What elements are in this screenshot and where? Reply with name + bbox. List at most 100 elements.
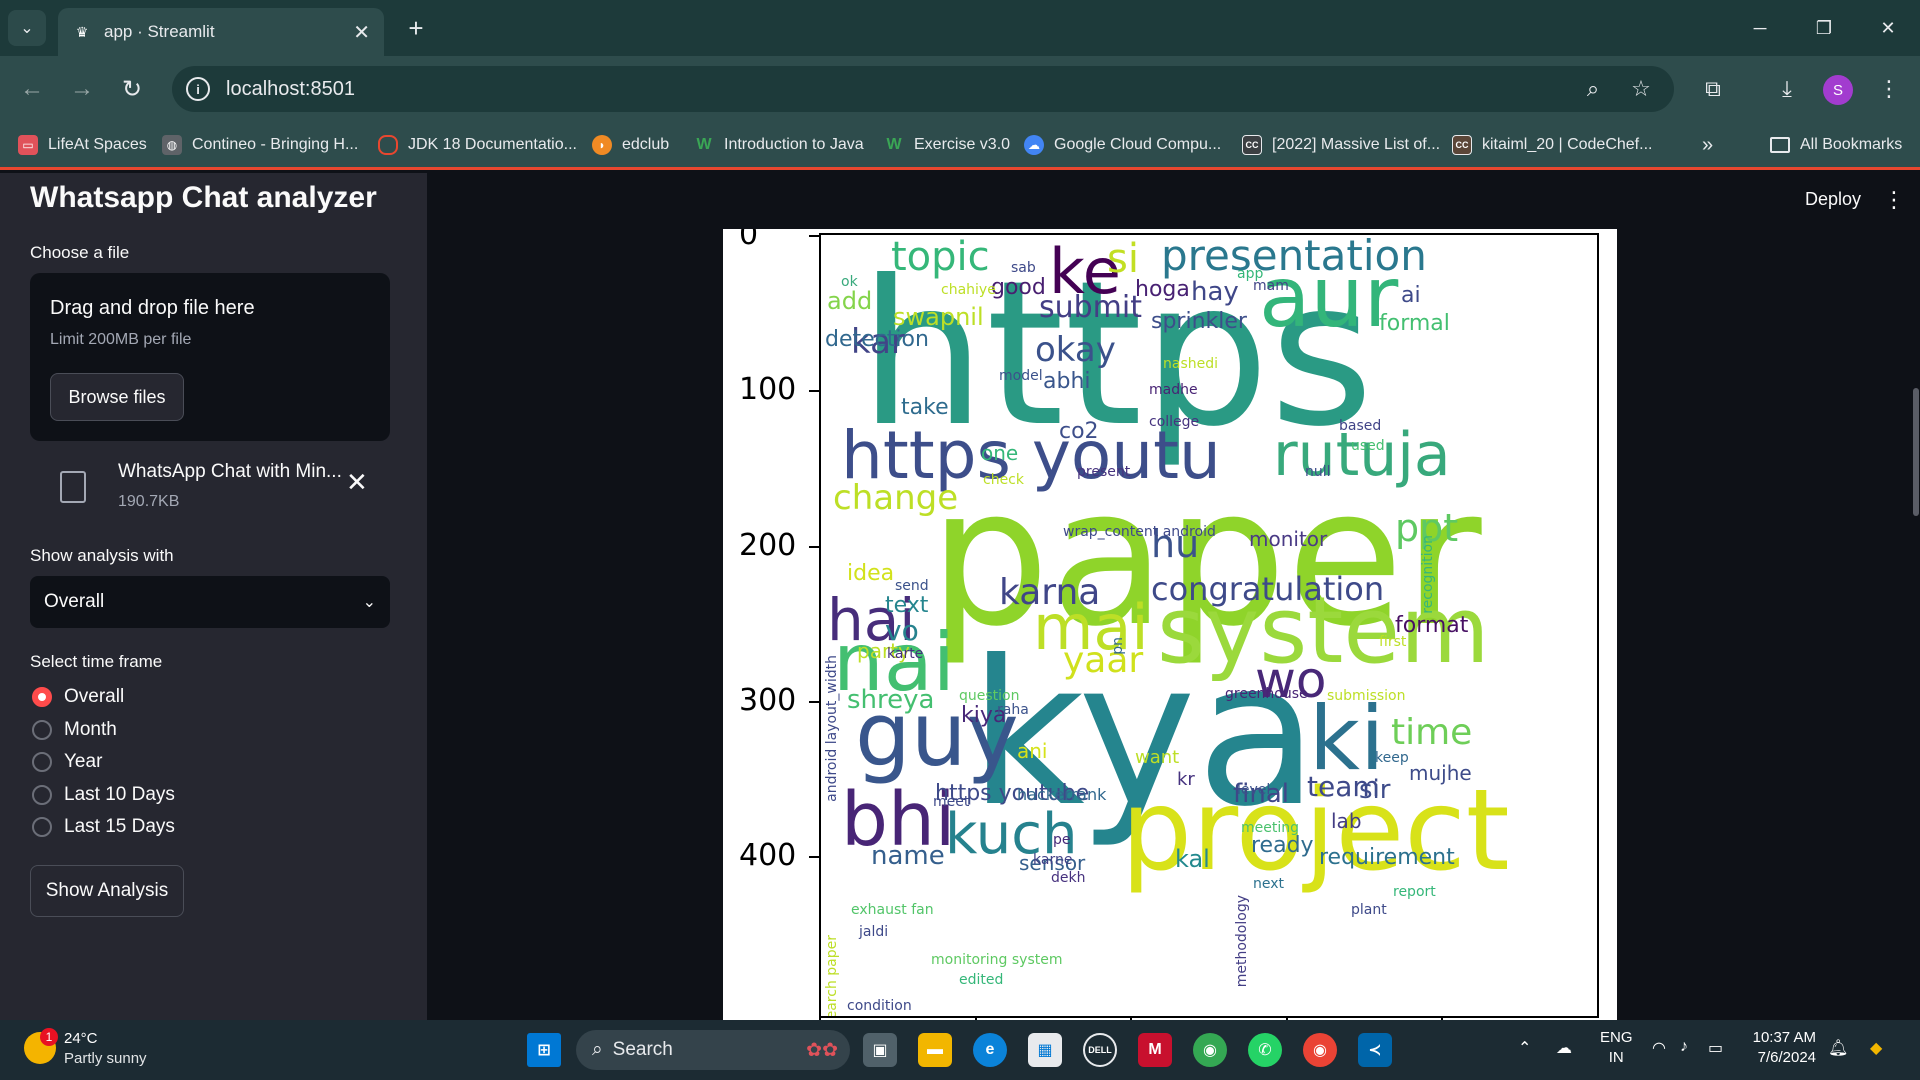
- search-icon: ⌕: [592, 1039, 603, 1060]
- radio-last-15-days[interactable]: Last 15 Days: [32, 815, 175, 839]
- main-content: Deploy ⋮ 0 100 200 300 400 https paper kya…: [427, 173, 1920, 1020]
- vscode-icon[interactable]: ≺: [1358, 1033, 1392, 1067]
- bookmark-item[interactable]: ◗ edclub: [592, 132, 669, 158]
- bookmark-item[interactable]: W Introduction to Java: [694, 132, 863, 158]
- whatsapp-icon[interactable]: ✆: [1248, 1033, 1282, 1067]
- cloud-word: submission: [1327, 688, 1406, 704]
- chrome-icon[interactable]: ◉: [1193, 1033, 1227, 1067]
- windows-start-icon[interactable]: ⊞: [527, 1033, 561, 1067]
- address-bar[interactable]: i localhost:8501 ⌕ ☆: [172, 66, 1674, 112]
- mcafee-icon[interactable]: M: [1138, 1033, 1172, 1067]
- cloud-word: wrap_content android: [1063, 524, 1216, 540]
- cloud-word: si: [1107, 236, 1139, 282]
- copilot-icon[interactable]: ◆: [1870, 1038, 1882, 1058]
- bookmark-item[interactable]: CC [2022] Massive List of...: [1242, 132, 1440, 158]
- analysis-select[interactable]: Overall ⌄: [30, 576, 390, 628]
- browser-tab[interactable]: ♛ app · Streamlit ✕: [58, 8, 384, 56]
- cloud-word: hoga: [1135, 277, 1190, 302]
- all-bookmarks-button[interactable]: All Bookmarks: [1770, 132, 1902, 158]
- onedrive-icon[interactable]: ☁: [1556, 1038, 1572, 1058]
- y-tick-mark: [809, 856, 819, 858]
- file-name: WhatsApp Chat with Min...: [118, 461, 342, 482]
- cloud-word: yaar: [1063, 640, 1144, 681]
- cloud-word: level: [1237, 782, 1271, 798]
- language-indicator[interactable]: ENG IN: [1600, 1028, 1633, 1069]
- file-explorer-icon[interactable]: ▬: [918, 1033, 952, 1067]
- cloud-word: hay: [1191, 277, 1239, 307]
- bookmark-star-icon[interactable]: ☆: [1624, 72, 1658, 106]
- cloud-word: rutuja: [1273, 420, 1451, 490]
- restore-icon[interactable]: ❐: [1800, 10, 1848, 46]
- cloud-word: format: [1395, 613, 1469, 638]
- chrome-profile-icon[interactable]: ◉: [1303, 1033, 1337, 1067]
- cloud-word: ready: [1251, 833, 1314, 858]
- extensions-icon[interactable]: ⧉: [1696, 72, 1730, 106]
- tab-list-button[interactable]: ⌄: [8, 10, 46, 46]
- file-dropzone[interactable]: Drag and drop file here Limit 200MB per …: [30, 273, 390, 441]
- w-icon: W: [886, 136, 902, 153]
- cloud-word: requirement: [1319, 845, 1455, 870]
- taskbar-search[interactable]: ⌕ Search ✿✿: [576, 1030, 850, 1070]
- browser-menu-icon[interactable]: ⋮: [1872, 72, 1906, 106]
- battery-icon[interactable]: ▭: [1708, 1038, 1723, 1058]
- bookmark-item[interactable]: JDK 18 Documentatio...: [378, 132, 577, 158]
- more-bookmarks-icon[interactable]: »: [1702, 132, 1713, 158]
- cloud-word: plant: [1351, 902, 1387, 918]
- download-icon[interactable]: ⤓: [1770, 72, 1804, 106]
- notification-bell-icon[interactable]: 🔔︎: [1828, 1038, 1848, 1058]
- window-close-icon[interactable]: ✕: [1864, 10, 1912, 46]
- radio-last-10-days[interactable]: Last 10 Days: [32, 783, 175, 807]
- cloud-word: congratulation: [1151, 570, 1385, 608]
- weather-badge: 1: [40, 1028, 58, 1046]
- remove-file-icon[interactable]: ✕: [346, 467, 368, 498]
- cloud-word: karna: [999, 572, 1101, 613]
- clock[interactable]: 10:37 AM 7/6/2024: [1750, 1028, 1816, 1069]
- app-menu-icon[interactable]: ⋮: [1883, 187, 1905, 213]
- tab-close-icon[interactable]: ✕: [353, 20, 370, 45]
- deploy-button[interactable]: Deploy: [1805, 189, 1861, 210]
- app-title: Whatsapp Chat analyzer: [30, 181, 377, 214]
- bookmark-item[interactable]: ▭ LifeAt Spaces: [18, 132, 147, 158]
- browse-files-button[interactable]: Browse files: [50, 373, 184, 421]
- cloud-word: greenhouse: [1225, 686, 1308, 702]
- task-view-icon[interactable]: ▣: [863, 1033, 897, 1067]
- cloud-word: model: [999, 368, 1043, 384]
- cloud-word: based: [1339, 418, 1382, 434]
- show-hidden-icons[interactable]: ⌃: [1518, 1038, 1531, 1058]
- back-icon[interactable]: ←: [16, 73, 48, 105]
- radio-year[interactable]: Year: [32, 750, 102, 774]
- cloud-word: one: [981, 441, 1019, 465]
- profile-avatar[interactable]: S: [1823, 75, 1853, 105]
- radio-overall[interactable]: Overall: [32, 685, 124, 709]
- wifi-icon[interactable]: ◠: [1652, 1038, 1666, 1058]
- reload-icon[interactable]: ↻: [116, 73, 148, 105]
- weather-description[interactable]: Partly sunny: [64, 1050, 147, 1067]
- file-icon: [60, 471, 86, 503]
- zoom-icon[interactable]: ⌕: [1576, 72, 1610, 106]
- cloud-word: dekh: [1051, 870, 1086, 886]
- bookmark-item[interactable]: W Exercise v3.0: [884, 132, 1010, 158]
- new-tab-button[interactable]: +: [400, 12, 432, 44]
- minimize-icon[interactable]: ─: [1736, 10, 1784, 46]
- bookmark-item[interactable]: ◍ Contineo - Bringing H...: [162, 132, 358, 158]
- bookmark-item[interactable]: CC kitaiml_20 | CodeChef...: [1452, 132, 1652, 158]
- weather-temperature[interactable]: 24°C: [64, 1030, 98, 1047]
- forward-icon[interactable]: →: [66, 73, 98, 105]
- cloud-word: pn: [1110, 637, 1126, 655]
- cloud-word: pe: [1053, 832, 1071, 848]
- cloud-word: jaldi: [859, 924, 889, 940]
- scrollbar[interactable]: [1913, 388, 1919, 516]
- dell-icon[interactable]: DELL: [1083, 1033, 1117, 1067]
- cloud-word: co2: [1059, 419, 1099, 444]
- volume-icon[interactable]: ♪: [1680, 1038, 1688, 1056]
- show-analysis-button[interactable]: Show Analysis: [30, 865, 184, 917]
- cloud-word: karte: [887, 646, 924, 662]
- site-info-icon[interactable]: i: [186, 77, 210, 101]
- store-icon[interactable]: ▦: [1028, 1033, 1062, 1067]
- radio-month[interactable]: Month: [32, 718, 117, 742]
- edge-icon[interactable]: e: [973, 1033, 1007, 1067]
- cloud-word: kal: [1175, 845, 1210, 873]
- cloud-word: mujhe: [1409, 761, 1472, 785]
- bookmark-item[interactable]: ☁ Google Cloud Compu...: [1024, 132, 1221, 158]
- cloud-word: take: [901, 395, 949, 420]
